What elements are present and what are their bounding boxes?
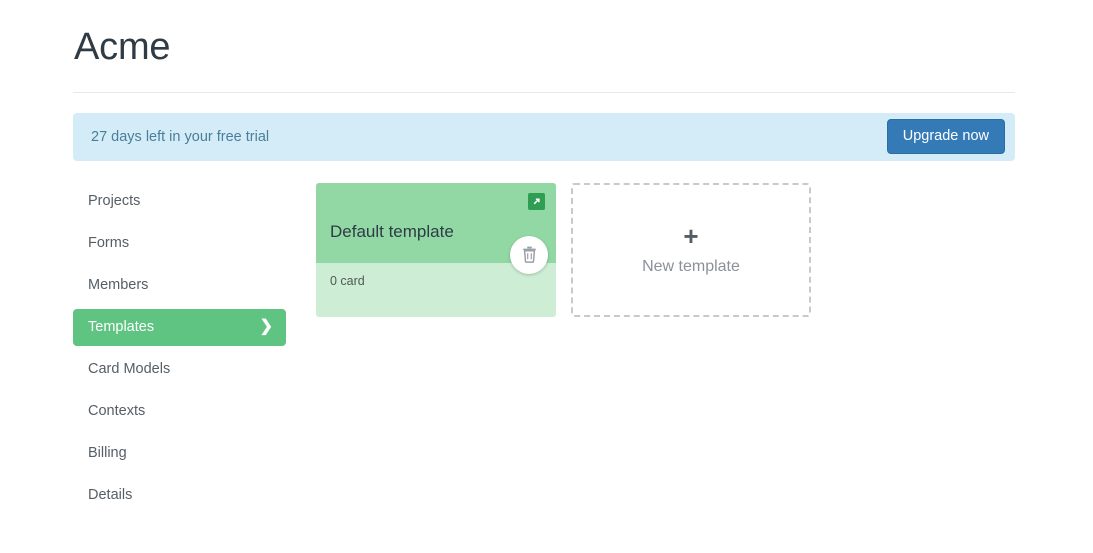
upgrade-now-button[interactable]: Upgrade now bbox=[886, 118, 1005, 155]
sidebar-item-members[interactable]: Members bbox=[73, 267, 286, 304]
sidebar-item-forms[interactable]: Forms bbox=[73, 225, 286, 262]
sidebar-item-label: Billing bbox=[88, 445, 127, 462]
sidebar-item-templates[interactable]: Templates ❯ bbox=[73, 308, 286, 346]
trial-message: 27 days left in your free trial bbox=[91, 128, 270, 145]
trash-icon bbox=[522, 246, 536, 264]
sidebar-item-billing[interactable]: Billing bbox=[73, 435, 286, 472]
sidebar-item-label: Contexts bbox=[88, 403, 146, 420]
template-name: Default template bbox=[330, 221, 454, 241]
plus-icon: + bbox=[683, 221, 699, 252]
sidebar-item-projects[interactable]: Projects bbox=[73, 183, 286, 220]
sidebar-item-details[interactable]: Details bbox=[73, 477, 286, 514]
trial-banner: 27 days left in your free trial Upgrade … bbox=[73, 112, 1015, 161]
delete-template-button[interactable] bbox=[510, 235, 548, 274]
sidebar-item-label: Forms bbox=[88, 235, 130, 252]
sidebar-item-label: Projects bbox=[88, 193, 141, 210]
template-card-count: 0 card bbox=[330, 273, 365, 288]
sidebar-item-label: Details bbox=[88, 487, 133, 504]
content-area: Projects Forms Members Templates ❯ Card … bbox=[73, 182, 1015, 519]
sidebar-item-label: Templates bbox=[88, 319, 155, 336]
page-title: Acme bbox=[74, 26, 171, 68]
chevron-right-icon: ❯ bbox=[259, 318, 273, 336]
title-divider bbox=[73, 91, 1015, 93]
templates-grid: Default template 0 card + New template bbox=[316, 182, 811, 317]
new-template-label: New template bbox=[642, 258, 740, 276]
sidebar-nav: Projects Forms Members Templates ❯ Card … bbox=[73, 183, 286, 519]
page-container: Acme 27 days left in your free trial Upg… bbox=[73, 0, 1015, 519]
sidebar-item-contexts[interactable]: Contexts bbox=[73, 393, 286, 430]
sidebar-item-label: Card Models bbox=[88, 361, 171, 378]
new-template-button[interactable]: + New template bbox=[571, 182, 811, 317]
template-card[interactable]: Default template 0 card bbox=[316, 182, 556, 317]
sidebar-item-card-models[interactable]: Card Models bbox=[73, 351, 286, 388]
sidebar-item-label: Members bbox=[88, 277, 149, 294]
open-external-icon[interactable] bbox=[528, 192, 545, 210]
